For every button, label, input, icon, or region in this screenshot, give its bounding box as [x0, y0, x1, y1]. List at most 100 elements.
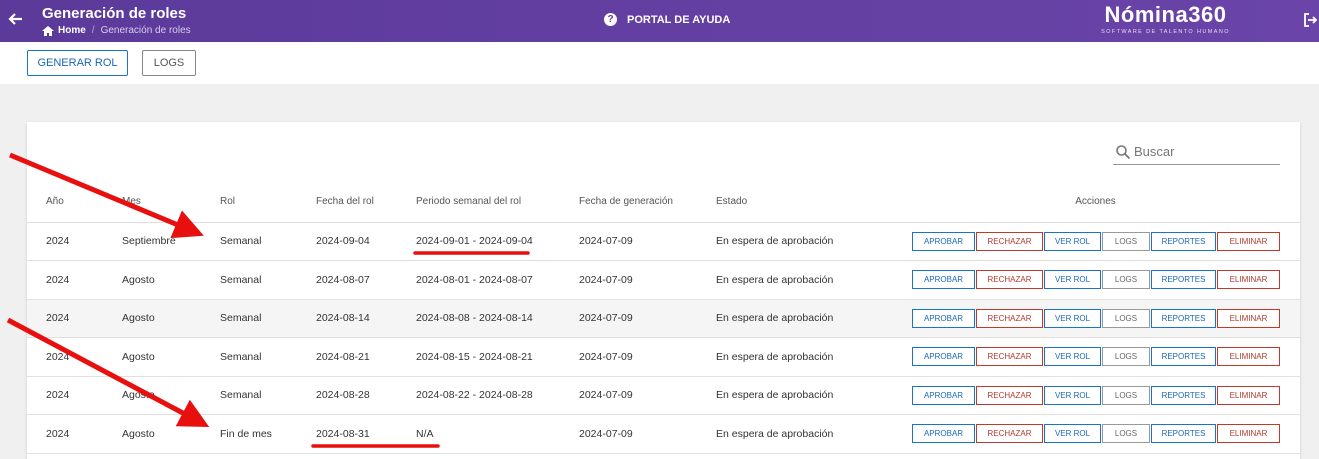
- row-logs-button[interactable]: LOGS: [1102, 308, 1150, 328]
- col-role-date: Fecha del rol: [297, 182, 397, 223]
- row-actions: APROBAR RECHAZAR VER ROL LOGS REPORTES ELIMIN…: [872, 270, 1300, 290]
- delete-button[interactable]: ELIMINAR: [1217, 231, 1280, 251]
- row-logs-button[interactable]: LOGS: [1102, 424, 1150, 444]
- breadcrumb-separator: /: [91, 25, 95, 36]
- reject-button[interactable]: RECHAZAR: [976, 270, 1043, 290]
- delete-button[interactable]: ELIMINAR: [1217, 347, 1280, 367]
- logo: Nómina360 SOFTWARE DE TALENTO HUMANO: [1093, 2, 1238, 36]
- cell-status: En espera de aprobación: [697, 376, 872, 415]
- cell-actions: APROBAR RECHAZAR VER ROL LOGS REPORTES ELIMIN…: [872, 376, 1300, 415]
- view-role-button[interactable]: VER ROL: [1044, 231, 1101, 251]
- cell-role: Fin de mes: [201, 414, 297, 454]
- row-actions: APROBAR RECHAZAR VER ROL LOGS REPORTES ELIMIN…: [872, 424, 1300, 444]
- approve-button[interactable]: APROBAR: [912, 424, 975, 444]
- logo-name: Nómina360: [1104, 2, 1227, 27]
- row-logs-button[interactable]: LOGS: [1102, 385, 1150, 405]
- reject-button[interactable]: RECHAZAR: [976, 424, 1043, 444]
- col-weekly-period: Periodo semanal del rol: [397, 182, 560, 223]
- view-role-button[interactable]: VER ROL: [1044, 308, 1101, 328]
- approve-button[interactable]: APROBAR: [912, 270, 975, 290]
- col-year: Año: [27, 182, 103, 223]
- row-logs-button[interactable]: LOGS: [1102, 270, 1150, 290]
- table-row: 2024 Agosto Semanal 2024-08-14 2024-08-08 - …: [27, 299, 1300, 338]
- search-icon: [1116, 145, 1131, 160]
- cell-year: 2024: [27, 299, 103, 338]
- back-arrow-icon[interactable]: [8, 10, 24, 28]
- help-portal-link[interactable]: ? PORTAL DE AYUDA: [604, 13, 730, 26]
- cell-weekly-period: 2024-09-01 - 2024-09-04: [397, 222, 560, 261]
- cell-status: En espera de aprobación: [697, 260, 872, 300]
- cell-generation-date: 2024-07-09: [560, 337, 697, 377]
- cell-weekly-period: N/A: [397, 414, 560, 454]
- cell-generation-date: 2024-07-09: [560, 414, 697, 454]
- table-row: 2024 Agosto Semanal 2024-08-28 2024-08-22 - …: [27, 376, 1300, 415]
- cell-role: Semanal: [201, 337, 297, 377]
- cell-weekly-period: 2024-08-22 - 2024-08-28: [397, 376, 560, 415]
- breadcrumb: Home / Generación de roles: [42, 25, 191, 36]
- breadcrumb-home[interactable]: Home: [58, 25, 86, 36]
- approve-button[interactable]: APROBAR: [912, 308, 975, 328]
- roles-table: Año Mes Rol Fecha del rol Periodo semana…: [27, 182, 1300, 454]
- col-role: Rol: [201, 182, 297, 223]
- logout-icon[interactable]: [1303, 12, 1317, 28]
- help-icon: ?: [604, 13, 617, 26]
- home-icon[interactable]: [42, 25, 54, 36]
- reject-button[interactable]: RECHAZAR: [976, 231, 1043, 251]
- cell-role-date: 2024-08-07: [297, 260, 397, 300]
- cell-status: En espera de aprobación: [697, 299, 872, 338]
- app-header: Generación de roles Home / Generación de…: [0, 0, 1319, 42]
- view-role-button[interactable]: VER ROL: [1044, 347, 1101, 367]
- cell-year: 2024: [27, 376, 103, 415]
- delete-button[interactable]: ELIMINAR: [1217, 385, 1280, 405]
- cell-month: Agosto: [103, 376, 201, 415]
- help-label: PORTAL DE AYUDA: [627, 13, 731, 26]
- row-actions: APROBAR RECHAZAR VER ROL LOGS REPORTES ELIMIN…: [872, 347, 1300, 367]
- delete-button[interactable]: ELIMINAR: [1217, 308, 1280, 328]
- approve-button[interactable]: APROBAR: [912, 347, 975, 367]
- view-role-button[interactable]: VER ROL: [1044, 270, 1101, 290]
- toolbar: GENERAR ROL LOGS: [0, 42, 1319, 84]
- reports-button[interactable]: REPORTES: [1151, 347, 1216, 367]
- cell-actions: APROBAR RECHAZAR VER ROL LOGS REPORTES ELIMIN…: [872, 222, 1300, 261]
- table-row: 2024 Agosto Semanal 2024-08-21 2024-08-15 - …: [27, 337, 1300, 377]
- reports-button[interactable]: REPORTES: [1151, 231, 1216, 251]
- reports-button[interactable]: REPORTES: [1151, 270, 1216, 290]
- approve-button[interactable]: APROBAR: [912, 385, 975, 405]
- reject-button[interactable]: RECHAZAR: [976, 308, 1043, 328]
- search-input[interactable]: [1134, 142, 1274, 160]
- cell-actions: APROBAR RECHAZAR VER ROL LOGS REPORTES ELIMIN…: [872, 260, 1300, 300]
- reports-button[interactable]: REPORTES: [1151, 308, 1216, 328]
- cell-role-date: 2024-08-14: [297, 299, 397, 338]
- cell-generation-date: 2024-07-09: [560, 376, 697, 415]
- cell-role: Semanal: [201, 299, 297, 338]
- cell-year: 2024: [27, 414, 103, 454]
- approve-button[interactable]: APROBAR: [912, 231, 975, 251]
- reject-button[interactable]: RECHAZAR: [976, 385, 1043, 405]
- cell-status: En espera de aprobación: [697, 337, 872, 377]
- view-role-button[interactable]: VER ROL: [1044, 424, 1101, 444]
- col-generation-date: Fecha de generación: [560, 182, 697, 223]
- generate-role-button[interactable]: GENERAR ROL: [27, 50, 128, 76]
- reject-button[interactable]: RECHAZAR: [976, 347, 1043, 367]
- view-role-button[interactable]: VER ROL: [1044, 385, 1101, 405]
- cell-weekly-period: 2024-08-01 - 2024-08-07: [397, 260, 560, 300]
- cell-role-date: 2024-08-31: [297, 414, 397, 454]
- row-actions: APROBAR RECHAZAR VER ROL LOGS REPORTES ELIMIN…: [872, 385, 1300, 405]
- logo-tagline: SOFTWARE DE TALENTO HUMANO: [1101, 29, 1230, 35]
- cell-status: En espera de aprobación: [697, 414, 872, 454]
- cell-weekly-period: 2024-08-15 - 2024-08-21: [397, 337, 560, 377]
- cell-role-date: 2024-08-28: [297, 376, 397, 415]
- row-logs-button[interactable]: LOGS: [1102, 347, 1150, 367]
- reports-button[interactable]: REPORTES: [1151, 424, 1216, 444]
- reports-button[interactable]: REPORTES: [1151, 385, 1216, 405]
- cell-month: Agosto: [103, 299, 201, 338]
- row-logs-button[interactable]: LOGS: [1102, 231, 1150, 251]
- col-month: Mes: [103, 182, 201, 223]
- table-row: 2024 Septiembre Semanal 2024-09-04 2024-09-0…: [27, 222, 1300, 261]
- col-actions: Acciones: [872, 182, 1300, 223]
- search-box: [1113, 140, 1280, 165]
- delete-button[interactable]: ELIMINAR: [1217, 270, 1280, 290]
- cell-month: Agosto: [103, 414, 201, 454]
- logs-button[interactable]: LOGS: [142, 50, 196, 76]
- delete-button[interactable]: ELIMINAR: [1217, 424, 1280, 444]
